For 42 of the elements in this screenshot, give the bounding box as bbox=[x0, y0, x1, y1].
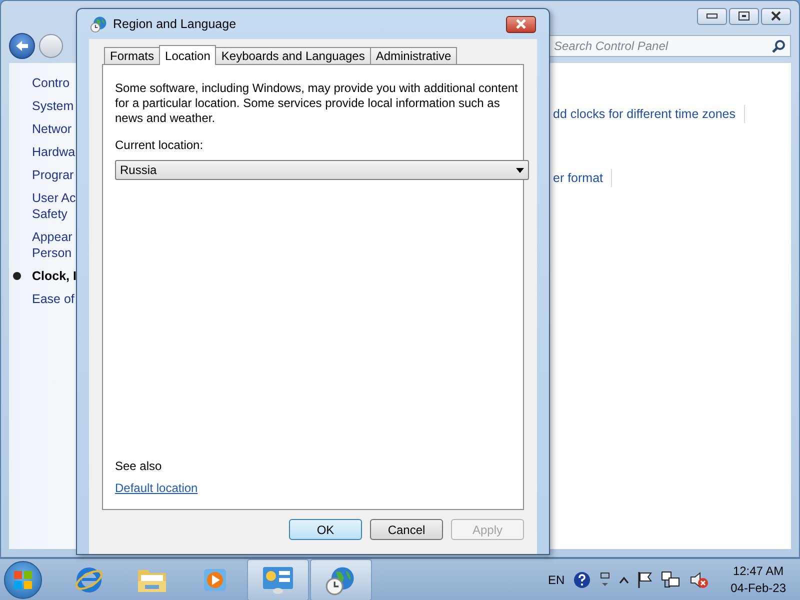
language-indicator[interactable]: EN bbox=[548, 572, 565, 586]
task-link[interactable]: er format bbox=[553, 171, 604, 185]
tab[interactable]: Formats bbox=[104, 47, 160, 64]
default-location-link[interactable]: Default location bbox=[115, 481, 198, 495]
tab[interactable]: Keyboards and Languages bbox=[215, 47, 371, 64]
start-button[interactable] bbox=[4, 560, 42, 598]
taskbar-button[interactable] bbox=[310, 558, 372, 600]
minimize-button[interactable] bbox=[697, 8, 727, 24]
tab[interactable]: Location bbox=[159, 45, 216, 65]
description-text: Some software, including Windows, may provide you with additional content for a particular location. Some services provide local information such as news and weather. bbox=[115, 81, 519, 126]
globe-clock-icon bbox=[90, 15, 108, 33]
close-icon bbox=[770, 11, 782, 21]
back-arrow-icon bbox=[15, 40, 29, 52]
dialog-button[interactable]: OK bbox=[289, 519, 362, 540]
control-panel-icon[interactable] bbox=[261, 564, 295, 594]
close-button[interactable] bbox=[506, 16, 536, 32]
browser-icon[interactable] bbox=[74, 564, 104, 594]
tab[interactable]: Administrative bbox=[370, 47, 458, 64]
search-field[interactable]: Search Control Panel bbox=[549, 35, 791, 57]
maximize-button[interactable] bbox=[729, 8, 759, 24]
close-button[interactable] bbox=[761, 8, 791, 24]
network-icon[interactable] bbox=[660, 570, 681, 588]
clock[interactable]: 12:47 AM 04-Feb-23 bbox=[730, 562, 786, 596]
task-link[interactable]: dd clocks for different time zones bbox=[553, 107, 736, 121]
flag-icon[interactable] bbox=[636, 570, 653, 588]
back-button[interactable] bbox=[9, 33, 35, 59]
close-icon bbox=[514, 19, 528, 29]
minimize-icon bbox=[706, 13, 718, 19]
dialog-button[interactable]: Cancel bbox=[370, 519, 443, 540]
muted-speaker-icon[interactable] bbox=[688, 570, 709, 588]
taskbar-button[interactable] bbox=[247, 558, 309, 600]
location-dropdown[interactable]: Russia bbox=[115, 160, 529, 180]
windows-logo-icon bbox=[13, 570, 33, 590]
see-also-label: See also bbox=[115, 459, 163, 473]
sidebar-item[interactable]: Clock, I bbox=[9, 268, 169, 284]
dropdown-arrow-icon bbox=[516, 168, 524, 172]
window-title: Region and Language bbox=[113, 17, 236, 31]
maximize-icon bbox=[738, 11, 750, 21]
help-icon[interactable] bbox=[572, 570, 591, 588]
search-icon bbox=[772, 39, 786, 53]
location-label: Current location: bbox=[115, 138, 204, 152]
windows-icon[interactable] bbox=[598, 572, 611, 588]
